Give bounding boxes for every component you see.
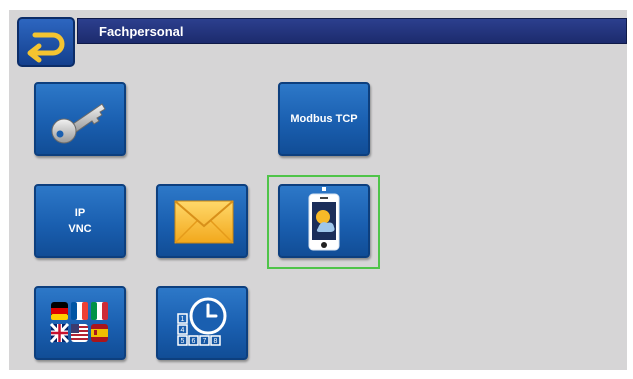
page-title: Fachpersonal <box>99 24 184 39</box>
ip-vnc-tile-button[interactable]: IP VNC <box>34 184 126 258</box>
clock-digit: 8 <box>214 338 218 345</box>
ip-label: IP <box>74 207 86 219</box>
app-tile-button[interactable] <box>278 184 370 258</box>
smartphone-app-icon <box>308 187 340 251</box>
clock-keypad-icon: 1 4 5 6 7 8 <box>177 297 227 346</box>
modbus-tcp-tile-button[interactable]: Modbus TCP <box>278 82 370 156</box>
envelope-icon <box>174 200 234 244</box>
language-tile-button[interactable] <box>34 286 126 360</box>
return-arrow-icon <box>27 32 65 63</box>
key-tile-button[interactable] <box>34 82 126 156</box>
email-tile-button[interactable] <box>156 184 248 258</box>
clock-digit: 7 <box>203 338 207 345</box>
clock-tile-button[interactable]: 1 4 5 6 7 8 <box>156 286 248 360</box>
clock-digit: 4 <box>181 327 185 334</box>
key-icon <box>51 103 106 144</box>
clock-digit: 5 <box>181 338 185 345</box>
clock-digit: 6 <box>192 338 196 345</box>
clock-digit: 1 <box>181 316 185 323</box>
language-flags-icon <box>49 302 108 344</box>
back-button[interactable] <box>17 17 75 67</box>
vnc-label: VNC <box>68 223 92 235</box>
title-bar: Fachpersonal <box>77 18 627 44</box>
modbus-tcp-label: Modbus TCP <box>290 113 358 125</box>
